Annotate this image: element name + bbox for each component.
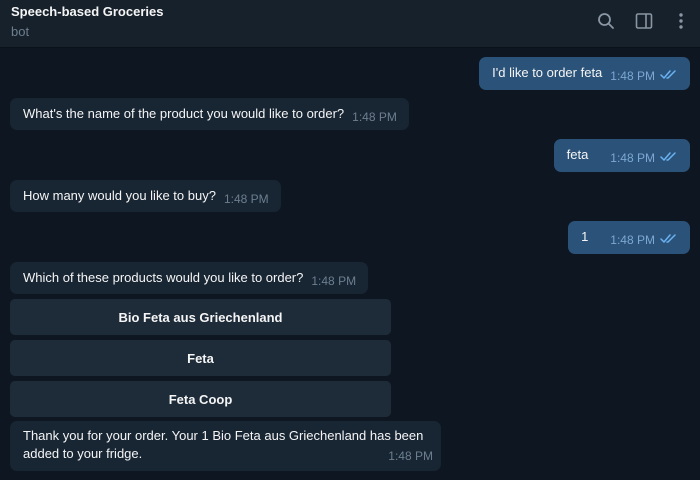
incoming-message: Thank you for your order. Your 1 Bio Fet… bbox=[10, 421, 441, 471]
message-time: 1:48 PM bbox=[610, 69, 655, 83]
double-check-icon bbox=[660, 149, 678, 167]
outgoing-message: 1 1:48 PM bbox=[568, 221, 690, 254]
message-text: Which of these products would you like t… bbox=[23, 270, 304, 285]
message-list[interactable]: I'd like to order feta 1:48 PM What's the… bbox=[0, 48, 700, 480]
more-vertical-icon[interactable] bbox=[670, 10, 692, 32]
keyboard-button[interactable]: Feta Coop bbox=[10, 381, 391, 417]
incoming-message: How many would you like to buy? 1:48 PM bbox=[10, 180, 281, 212]
message-time: 1:48 PM bbox=[352, 110, 397, 124]
double-check-icon bbox=[660, 231, 678, 249]
incoming-message: Which of these products would you like t… bbox=[10, 262, 369, 294]
double-check-icon bbox=[660, 67, 678, 85]
message-text: What's the name of the product you would… bbox=[23, 106, 345, 121]
outgoing-message: I'd like to order feta 1:48 PM bbox=[479, 57, 690, 90]
message-text: feta bbox=[566, 147, 589, 162]
message-time: 1:48 PM bbox=[610, 151, 655, 165]
message-time: 1:48 PM bbox=[223, 192, 269, 206]
sidebar-toggle-icon[interactable] bbox=[633, 10, 655, 32]
message-text: How many would you like to buy? bbox=[23, 188, 216, 203]
chat-title: Speech-based Groceries bbox=[11, 4, 164, 19]
keyboard-button[interactable]: Feta bbox=[10, 340, 391, 376]
incoming-message: What's the name of the product you would… bbox=[10, 98, 409, 130]
message-time: 1:48 PM bbox=[610, 233, 655, 247]
keyboard-button[interactable]: Bio Feta aus Griechenland bbox=[10, 299, 391, 335]
message-text: I'd like to order feta bbox=[492, 65, 603, 80]
message-text: 1 bbox=[581, 229, 589, 244]
message-time: 1:48 PM bbox=[388, 449, 433, 463]
chat-subtitle: bot bbox=[11, 24, 30, 39]
message-time: 1:48 PM bbox=[311, 274, 357, 288]
outgoing-message: feta 1:48 PM bbox=[553, 139, 690, 172]
chat-header: Speech-based Groceries bot bbox=[0, 0, 700, 48]
search-icon[interactable] bbox=[595, 10, 617, 32]
